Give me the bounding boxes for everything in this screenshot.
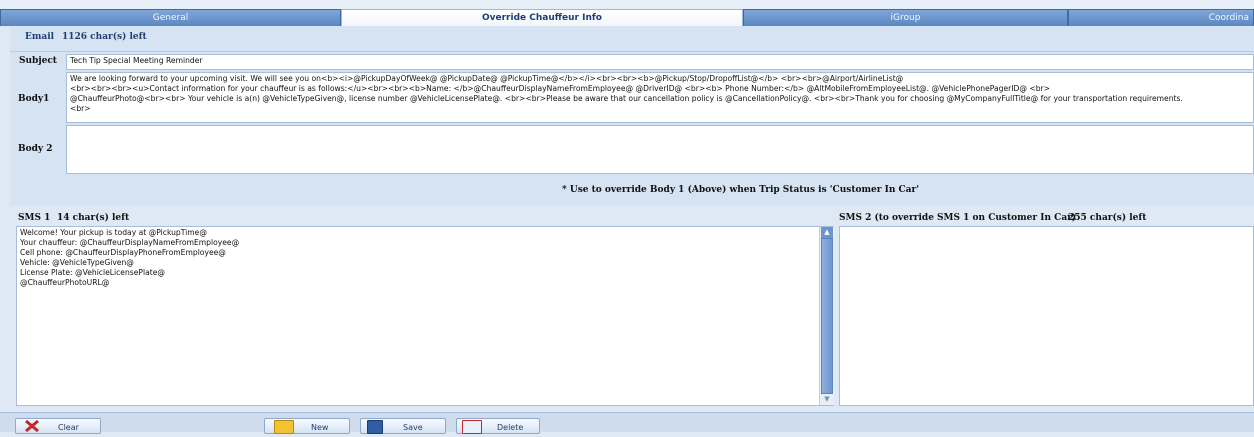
save-button[interactable]: Save [360, 418, 446, 434]
tab-coordina-label: Coordina [1208, 13, 1249, 23]
delete-button-label: Delete [497, 423, 524, 432]
action-bar [0, 412, 1254, 432]
clear-button-label: Clear [58, 423, 79, 432]
sms1-scrollbar[interactable]: ▲ ▼ [819, 227, 834, 405]
sms1-textarea[interactable]: Welcome! Your pickup is today at @Pickup… [16, 226, 834, 406]
delete-icon [462, 420, 482, 434]
subject-label: Subject [19, 56, 57, 66]
tab-override-chauffeur-info-label: Override Chauffeur Info [482, 13, 602, 23]
clear-button[interactable]: Clear [15, 418, 101, 434]
sms2-label: SMS 2 (to override SMS 1 on Customer In … [839, 213, 1077, 223]
body1-textarea[interactable]: We are looking forward to your upcoming … [66, 72, 1254, 123]
body1-label: Body1 [18, 94, 50, 104]
scroll-up-icon[interactable]: ▲ [821, 227, 833, 238]
tab-coordina[interactable]: Coordina [1068, 9, 1254, 26]
divider [10, 51, 1254, 52]
subject-input[interactable]: Tech Tip Special Meeting Reminder [66, 54, 1254, 70]
new-button-label: New [311, 423, 329, 432]
clear-icon [24, 419, 40, 433]
tab-igroup-label: iGroup [890, 13, 921, 23]
body2-label: Body 2 [18, 144, 53, 154]
tab-general[interactable]: General [0, 9, 341, 26]
scroll-down-icon[interactable]: ▼ [821, 394, 833, 405]
tab-strip: General Override Chauffeur Info iGroup C… [0, 0, 1254, 26]
sms2-chars-left: 255 char(s) left [1068, 213, 1147, 223]
body2-override-note: * Use to override Body 1 (Above) when Tr… [562, 185, 919, 195]
tab-override-chauffeur-info[interactable]: Override Chauffeur Info [341, 9, 743, 26]
sms1-chars-left: 14 char(s) left [57, 213, 130, 223]
new-icon [274, 420, 294, 434]
email-chars-left: 1126 char(s) left [62, 32, 147, 42]
save-icon [367, 420, 383, 434]
tab-igroup[interactable]: iGroup [743, 9, 1068, 26]
delete-button[interactable]: Delete [456, 418, 540, 434]
new-button[interactable]: New [264, 418, 350, 434]
sms1-label: SMS 1 [18, 213, 51, 223]
email-label: Email [25, 32, 55, 42]
save-button-label: Save [403, 423, 423, 432]
sms2-textarea[interactable] [839, 226, 1254, 406]
scrollbar-thumb[interactable] [821, 238, 833, 394]
tab-general-label: General [152, 13, 189, 23]
body2-textarea[interactable] [66, 125, 1254, 174]
